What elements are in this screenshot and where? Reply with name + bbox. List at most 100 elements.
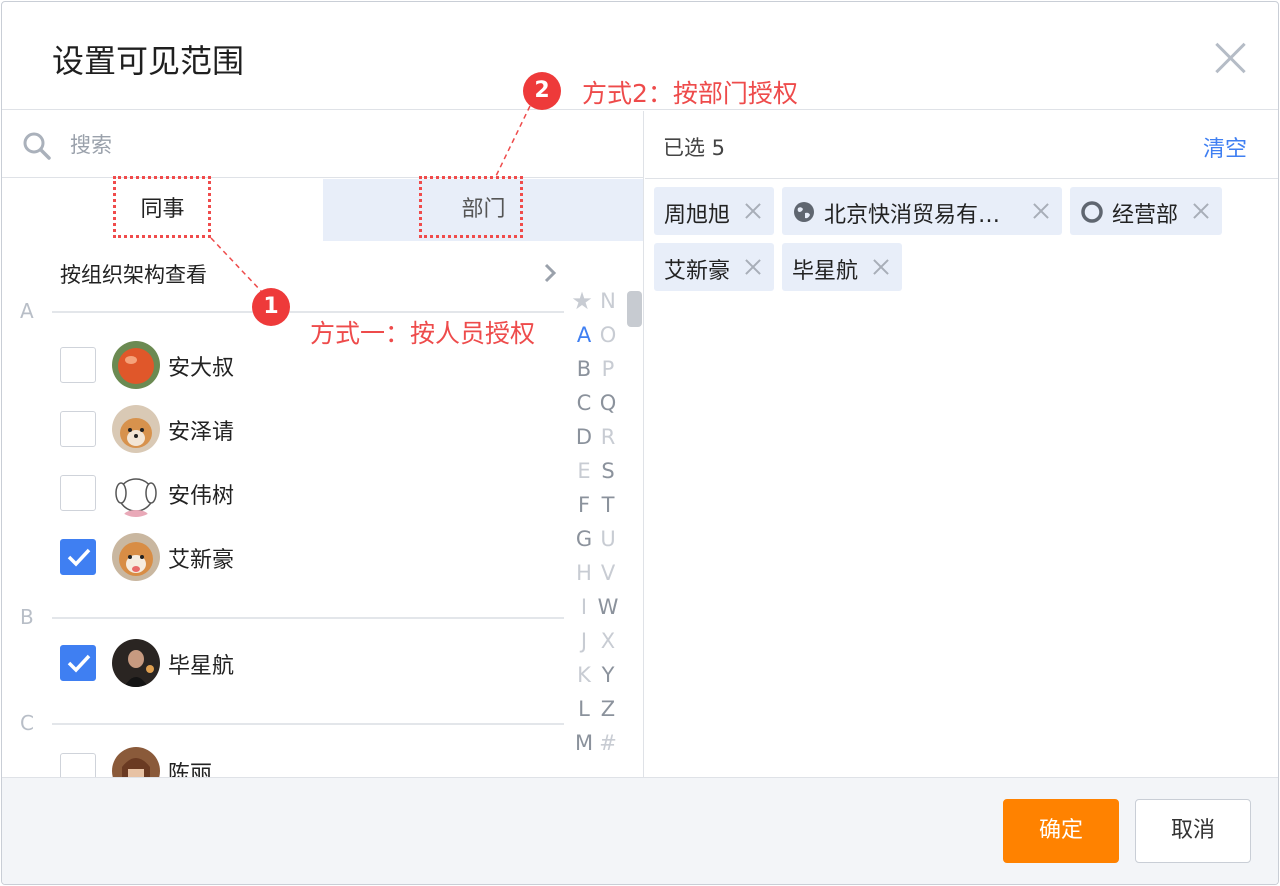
alpha-letter[interactable]: L xyxy=(572,697,596,721)
contact-checkbox[interactable] xyxy=(60,347,96,383)
alpha-letter[interactable]: X xyxy=(596,629,620,653)
alpha-letter[interactable]: J xyxy=(572,629,596,653)
list-item[interactable]: 安泽请 xyxy=(2,399,564,459)
alpha-letter[interactable]: V xyxy=(596,561,620,585)
alpha-letter[interactable]: G xyxy=(572,527,596,551)
search-bar xyxy=(2,111,643,178)
section-header-b: B xyxy=(2,605,564,635)
avatar xyxy=(112,639,160,687)
cancel-button[interactable]: 取消 xyxy=(1135,799,1251,863)
alpha-letter[interactable]: E xyxy=(572,459,596,483)
check-icon xyxy=(67,654,91,673)
chip-label: 艾新豪 xyxy=(664,259,731,284)
scrollbar-thumb[interactable] xyxy=(627,291,642,327)
confirm-button[interactable]: 确定 xyxy=(1003,799,1119,863)
search-input[interactable] xyxy=(70,129,550,161)
alpha-letter[interactable]: # xyxy=(596,731,620,755)
tab-bar: 同事 部门 xyxy=(2,179,643,241)
alpha-letter[interactable]: Z xyxy=(596,697,620,721)
chevron-right-icon xyxy=(544,263,557,283)
right-panel: 已选 5 清空 周旭旭 北京快消贸易有… 经营部 艾新豪 毕星航 xyxy=(645,111,1278,777)
annotation-box-departments xyxy=(419,176,523,238)
alpha-letter[interactable]: K xyxy=(572,663,596,687)
annotation-text-1: 方式一：按人员授权 xyxy=(310,319,536,348)
alpha-letter[interactable]: W xyxy=(596,595,620,619)
alpha-letter[interactable]: N xyxy=(596,289,620,313)
circle-icon xyxy=(1081,201,1103,223)
avatar xyxy=(112,469,160,517)
alpha-letter[interactable]: U xyxy=(596,527,620,551)
contact-name: 陈丽 xyxy=(168,762,213,777)
annotation-badge-2: 2 xyxy=(523,72,561,110)
org-structure-link[interactable]: 按组织架构查看 xyxy=(2,249,572,299)
dialog-footer: 确定 取消 xyxy=(2,777,1278,884)
search-icon xyxy=(23,132,51,160)
alpha-letter[interactable]: C xyxy=(572,391,596,415)
list-item[interactable]: 安伟树 xyxy=(2,463,564,523)
alpha-letter[interactable]: I xyxy=(572,595,596,619)
chip-label: 周旭旭 xyxy=(664,203,731,228)
alpha-letter[interactable]: D xyxy=(572,425,596,449)
selected-count: 已选 5 xyxy=(663,136,726,160)
alpha-letter[interactable]: R xyxy=(596,425,620,449)
dialog-title: 设置可见范围 xyxy=(52,42,245,80)
alpha-letter[interactable]: B xyxy=(572,357,596,381)
contact-checkbox[interactable] xyxy=(60,411,96,447)
section-letter: B xyxy=(20,605,34,629)
section-divider xyxy=(52,617,564,619)
remove-icon[interactable] xyxy=(1030,200,1052,222)
remove-icon[interactable] xyxy=(742,200,764,222)
clear-button[interactable]: 清空 xyxy=(1203,131,1247,163)
contact-checkbox[interactable] xyxy=(60,475,96,511)
avatar xyxy=(112,405,160,453)
alpha-letter[interactable]: S xyxy=(596,459,620,483)
close-icon[interactable] xyxy=(1212,40,1248,76)
contact-checkbox-checked[interactable] xyxy=(60,645,96,681)
list-item[interactable]: 毕星航 xyxy=(2,633,564,693)
avatar xyxy=(112,533,160,581)
visibility-dialog: 设置可见范围 同事 部门 按组织架构查看 A xyxy=(1,1,1279,885)
list-item[interactable]: 陈丽 xyxy=(2,741,564,777)
alpha-letter[interactable]: H xyxy=(572,561,596,585)
annotation-text-2: 方式2：按部门授权 xyxy=(582,79,798,108)
contact-list: A 安大叔 安泽请 安伟树 艾新豪 B 毕星航 C 陈丽 xyxy=(2,299,572,777)
contact-name: 安大叔 xyxy=(168,356,235,381)
check-icon xyxy=(67,548,91,567)
selected-chip: 经营部 xyxy=(1070,187,1222,235)
contact-checkbox-checked[interactable] xyxy=(60,539,96,575)
contact-name: 艾新豪 xyxy=(168,548,235,573)
selected-chip: 毕星航 xyxy=(782,243,902,291)
annotation-box-colleagues xyxy=(113,176,211,238)
contact-name: 安泽请 xyxy=(168,420,235,445)
contact-name: 毕星航 xyxy=(168,654,235,679)
remove-icon[interactable] xyxy=(870,256,892,278)
remove-icon[interactable] xyxy=(1190,200,1212,222)
left-panel: 同事 部门 按组织架构查看 A 安大叔 xyxy=(2,111,644,777)
list-item[interactable]: 艾新豪 xyxy=(2,527,564,587)
org-structure-label: 按组织架构查看 xyxy=(60,263,207,287)
section-letter: A xyxy=(20,299,34,323)
contact-checkbox[interactable] xyxy=(60,753,96,777)
alpha-letter[interactable]: O xyxy=(596,323,620,347)
chip-label: 毕星航 xyxy=(792,259,859,284)
alpha-letter-active[interactable]: A xyxy=(572,323,596,347)
alpha-letter[interactable]: Q xyxy=(596,391,620,415)
avatar xyxy=(112,747,160,777)
globe-icon xyxy=(794,202,814,222)
section-divider xyxy=(52,311,564,313)
selected-chip: 北京快消贸易有… xyxy=(782,187,1062,235)
remove-icon[interactable] xyxy=(742,256,764,278)
section-letter: C xyxy=(20,711,34,735)
alpha-letter[interactable]: F xyxy=(572,493,596,517)
chip-label: 北京快消贸易有… xyxy=(824,203,1001,228)
chip-label: 经营部 xyxy=(1112,203,1179,228)
section-divider xyxy=(52,723,564,725)
contact-name: 安伟树 xyxy=(168,484,235,509)
selected-chip: 周旭旭 xyxy=(654,187,774,235)
alpha-letter[interactable]: T xyxy=(596,493,620,517)
alpha-letter[interactable]: M xyxy=(572,731,596,755)
alpha-letter[interactable]: Y xyxy=(596,663,620,687)
alpha-letter[interactable]: P xyxy=(596,357,620,381)
alpha-star[interactable]: ★ xyxy=(570,287,594,315)
selected-chip: 艾新豪 xyxy=(654,243,774,291)
